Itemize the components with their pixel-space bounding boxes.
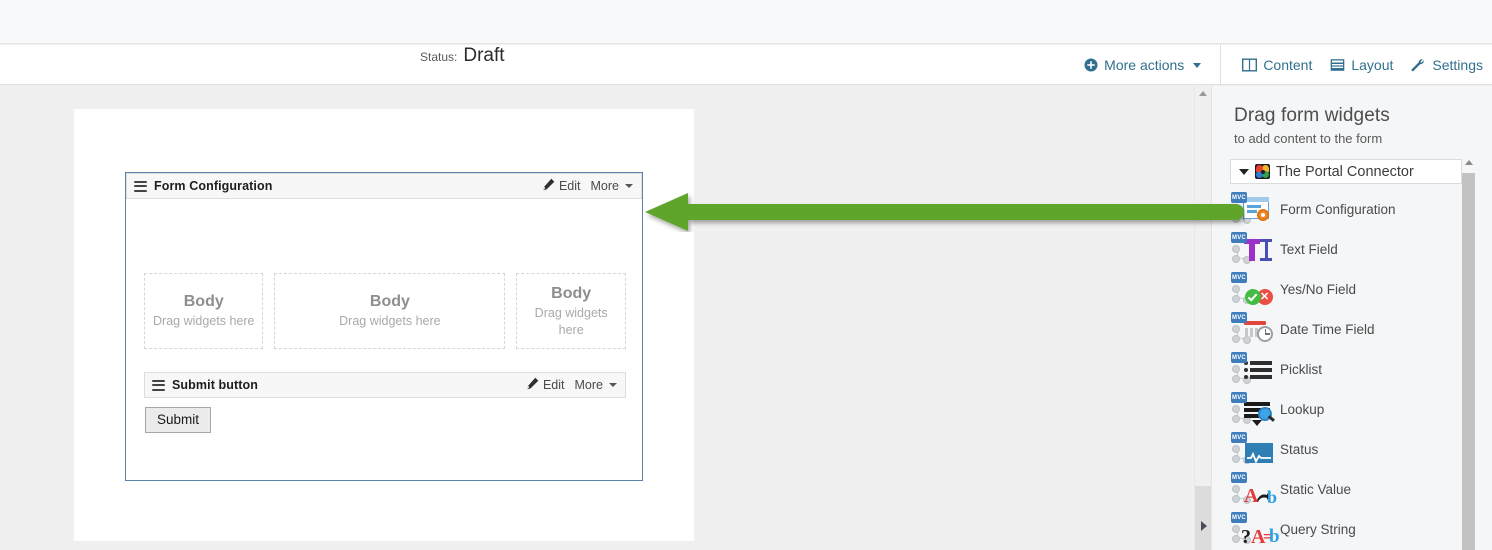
panel-expand-handle-icon[interactable] — [1201, 521, 1207, 531]
text-field-icon: MVC — [1230, 232, 1274, 266]
status-label: Status: — [420, 50, 458, 64]
chevron-down-icon — [609, 383, 617, 387]
yes-no-field-icon: ✕ MVC — [1230, 272, 1274, 306]
top-strip — [0, 0, 1492, 44]
widget-item-label: Static Value — [1280, 481, 1352, 497]
toolbar-divider — [1220, 45, 1222, 85]
widget-item-label: Picklist — [1280, 361, 1323, 377]
chevron-down-icon — [1193, 62, 1202, 68]
static-value-icon: A b MVC — [1230, 472, 1277, 506]
dropzone-subtitle: Drag widgets here — [534, 305, 608, 337]
drag-handle-icon[interactable] — [152, 379, 165, 391]
more-actions-label: More actions — [1104, 57, 1185, 73]
dropzone-subtitle: Drag widgets here — [153, 314, 255, 328]
chevron-down-icon — [625, 184, 633, 188]
form-configuration-icon: MVC — [1230, 192, 1274, 226]
query-string-icon: ? A = b MVC — [1230, 512, 1280, 547]
status-value: Draft — [463, 45, 505, 66]
submit-button[interactable]: Submit — [145, 407, 212, 433]
scrollbar-track[interactable] — [1195, 486, 1211, 550]
widget-group-label: The Portal Connector — [1276, 163, 1414, 180]
content-columns-icon — [1242, 58, 1258, 72]
widget-item-label: Text Field — [1280, 241, 1338, 257]
pulse-wave-glyph — [1247, 450, 1271, 468]
body-dropzone-1[interactable]: Body Drag widgets here — [144, 273, 264, 349]
edit-form-configuration-button[interactable]: Edit — [542, 178, 581, 194]
widget-item-label: Lookup — [1280, 401, 1325, 417]
widget-item-label: Query String — [1280, 521, 1356, 537]
widget-item-label: Form Configuration — [1280, 201, 1396, 217]
page-sheet: Form Configuration Edit More Body Drag w… — [74, 109, 694, 541]
widget-item-date-time-field[interactable]: MVC Date Time Field — [1230, 309, 1462, 349]
widget-item-query-string[interactable]: ? A = b MVC Query String — [1230, 509, 1462, 549]
widget-item-form-configuration[interactable]: MVC Form Configuration — [1230, 189, 1462, 229]
status-indicator: Status: Draft — [420, 45, 505, 85]
widget-item-static-value[interactable]: A b MVC Static Value — [1230, 469, 1462, 509]
form-configuration-widget-header[interactable]: Form Configuration Edit More — [126, 173, 642, 199]
tab-content[interactable]: Content — [1233, 45, 1321, 85]
tab-layout-label: Layout — [1351, 57, 1394, 73]
tab-settings[interactable]: Settings — [1402, 45, 1492, 85]
submit-button-widget: Submit button Edit More Submit — [144, 372, 626, 433]
pencil-icon — [526, 377, 539, 393]
widget-list: MVC Form Configuration MVC Text Field ✕ … — [1230, 189, 1462, 550]
more-form-configuration-button[interactable]: More — [591, 179, 633, 193]
widget-sidebar: Drag form widgets to add content to the … — [1211, 86, 1492, 550]
scrollbar-thumb[interactable] — [1462, 173, 1475, 550]
status-icon: MVC — [1230, 432, 1274, 466]
lookup-icon: MVC — [1230, 392, 1275, 426]
drag-handle-icon[interactable] — [134, 180, 147, 192]
submit-button-title: Submit button — [172, 378, 258, 392]
body-dropzones: Body Drag widgets here Body Drag widgets… — [144, 273, 626, 349]
widget-item-label: Date Time Field — [1280, 321, 1375, 337]
submit-button-actions: Edit More — [526, 377, 617, 393]
edit-submit-button[interactable]: Edit — [526, 377, 565, 393]
chevron-down-icon[interactable] — [1239, 168, 1249, 175]
widget-group-the-portal-connector[interactable]: The Portal Connector — [1230, 159, 1462, 184]
widget-item-yes-no-field[interactable]: ✕ MVC Yes/No Field — [1230, 269, 1462, 309]
edit-label: Edit — [558, 179, 581, 193]
widget-item-label: Status — [1280, 441, 1319, 457]
toolbar-right-group: More actions Content Layout Settings — [1075, 45, 1492, 85]
tab-settings-label: Settings — [1432, 57, 1483, 73]
widget-item-status[interactable]: MVC Status — [1230, 429, 1462, 469]
more-actions-button[interactable]: More actions — [1075, 45, 1210, 85]
sidebar-title: Drag form widgets — [1234, 105, 1390, 126]
dropzone-title: Body — [183, 293, 224, 310]
widget-item-label: Yes/No Field — [1280, 281, 1357, 297]
submit-button-widget-header[interactable]: Submit button Edit More — [144, 372, 626, 398]
picklist-icon: MVC — [1230, 352, 1274, 386]
form-configuration-actions: Edit More — [542, 178, 633, 194]
widget-item-lookup[interactable]: MVC Lookup — [1230, 389, 1462, 429]
plus-circle-icon — [1084, 58, 1098, 72]
body-dropzone-2[interactable]: Body Drag widgets here — [274, 273, 506, 349]
widget-item-text-field[interactable]: MVC Text Field — [1230, 229, 1462, 269]
view-tabs: Content Layout Settings — [1233, 45, 1492, 85]
form-canvas: Form Configuration Edit More Body Drag w… — [0, 86, 1210, 550]
portal-connector-logo-icon — [1255, 164, 1270, 179]
sidebar-subtitle: to add content to the form — [1234, 131, 1383, 146]
tab-layout[interactable]: Layout — [1321, 45, 1402, 85]
sidebar-vertical-scrollbar[interactable] — [1462, 155, 1475, 550]
wrench-icon — [1411, 58, 1426, 72]
scroll-up-arrow-icon[interactable] — [1199, 91, 1207, 96]
edit-label: Edit — [542, 378, 565, 392]
tab-content-label: Content — [1263, 57, 1313, 73]
dropzone-title: Body — [551, 284, 592, 302]
more-label: More — [574, 378, 603, 392]
date-time-field-icon: MVC — [1230, 312, 1274, 346]
page-toolbar: Status: Draft More actions Content Layou… — [0, 45, 1492, 85]
pencil-icon — [542, 178, 555, 194]
more-submit-button[interactable]: More — [575, 378, 617, 392]
body-dropzone-3[interactable]: Body Drag widgets here — [516, 273, 626, 349]
layout-icon — [1330, 58, 1345, 72]
scroll-up-arrow-icon[interactable] — [1464, 160, 1473, 165]
more-label: More — [590, 179, 619, 193]
dropzone-title: Body — [369, 293, 410, 310]
widget-item-picklist[interactable]: MVC Picklist — [1230, 349, 1462, 389]
form-widget-container[interactable]: Form Configuration Edit More Body Drag w… — [125, 172, 643, 481]
canvas-vertical-scrollbar[interactable] — [1194, 86, 1211, 550]
form-configuration-title: Form Configuration — [154, 179, 273, 193]
dropzone-subtitle: Drag widgets here — [339, 314, 441, 328]
